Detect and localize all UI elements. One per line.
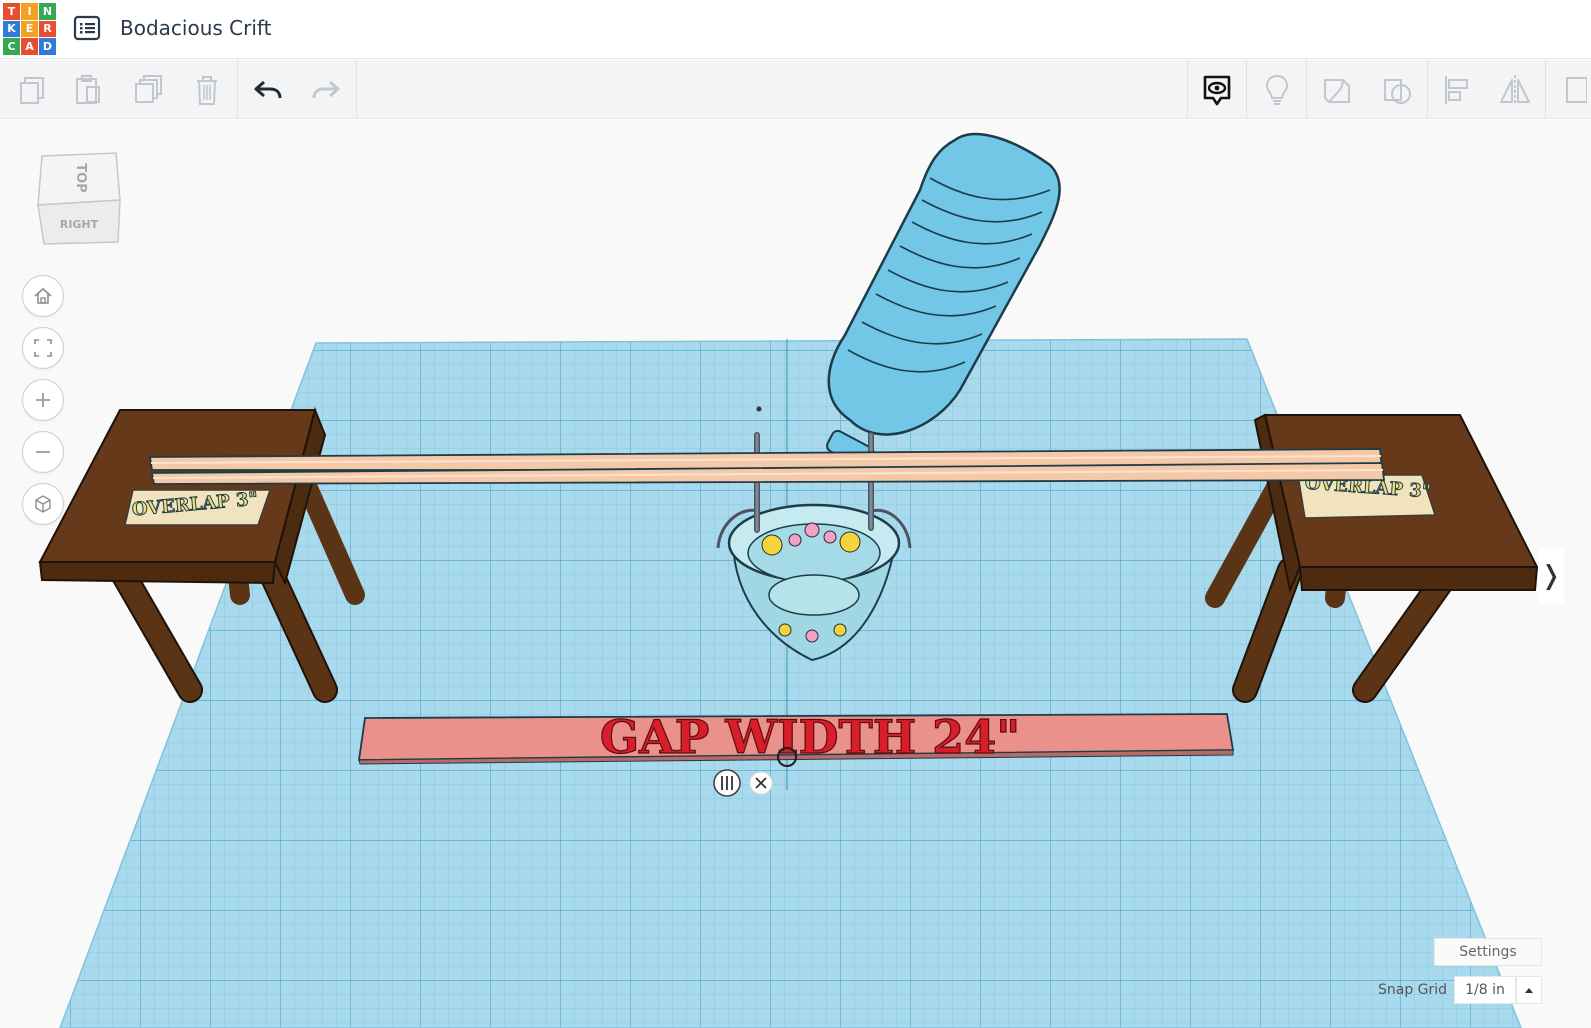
snap-grid-select[interactable]: 1/8 in	[1454, 976, 1516, 1004]
toolbar-divider	[1306, 60, 1307, 119]
logo-letter: E	[21, 20, 38, 37]
redo-button[interactable]	[297, 60, 355, 119]
toolbar-divider	[1545, 60, 1546, 119]
copy-icon	[20, 76, 44, 104]
design-menu-button[interactable]	[72, 13, 102, 43]
delete-button[interactable]	[178, 60, 236, 119]
fit-all-button[interactable]	[22, 327, 64, 369]
settings-button[interactable]: Settings	[1434, 938, 1542, 966]
view-cube-top-label[interactable]: TOP	[73, 163, 88, 192]
scene-canvas[interactable]: OVERLAP 3" OVERLAP 3" GAP WIDTH 24"	[0, 120, 1591, 1028]
delete-icon	[197, 75, 217, 105]
undo-button[interactable]	[239, 60, 297, 119]
view-cube-right-label[interactable]: RIGHT	[60, 218, 99, 231]
show-notes-button[interactable]	[1188, 60, 1246, 119]
logo-letter: K	[3, 20, 20, 37]
duplicate-icon	[135, 74, 162, 103]
3d-workplane-viewport[interactable]: OVERLAP 3" OVERLAP 3" GAP WIDTH 24" TOP …	[0, 120, 1591, 1028]
snap-grid-label: Snap Grid	[1378, 982, 1448, 998]
ortho-perspective-icon	[35, 495, 51, 513]
tinkercad-app: T I N K E R C A D Bodacious Crift OVERLA…	[0, 0, 1591, 1028]
show-notes-icon	[1203, 75, 1231, 105]
side-panel-toggle[interactable]: ❭	[1538, 548, 1564, 604]
mirror-button[interactable]	[1486, 60, 1544, 119]
zoom-out-icon	[36, 451, 50, 453]
logo-letter: I	[21, 3, 38, 20]
caret-up-icon	[1525, 988, 1533, 993]
logo-letter: N	[39, 3, 56, 20]
zoom-in-icon	[36, 393, 50, 407]
view-cube-graphic: TOP RIGHT	[37, 152, 121, 245]
redo-icon	[312, 80, 340, 98]
logo-letter: R	[39, 20, 56, 37]
ungroup-icon	[1384, 78, 1411, 104]
home-view-icon	[34, 287, 52, 304]
ungroup-button[interactable]	[1368, 60, 1426, 119]
toolbar-divider	[237, 60, 238, 119]
align-icon	[1445, 75, 1468, 104]
logo-letter: T	[3, 3, 20, 20]
copy-button[interactable]	[1, 60, 59, 119]
top-bar: T I N K E R C A D Bodacious Crift	[0, 0, 1591, 59]
ortho-perspective-button[interactable]	[22, 483, 64, 525]
toolbar-divider	[1246, 60, 1247, 119]
snap-grid-dropdown[interactable]	[1516, 976, 1542, 1004]
toolbar	[0, 60, 1591, 119]
design-title[interactable]: Bodacious Crift	[120, 16, 271, 40]
cruise-handle[interactable]	[713, 769, 741, 797]
duplicate-button[interactable]	[119, 60, 177, 119]
list-menu-icon	[73, 15, 101, 41]
group-button[interactable]	[1308, 60, 1366, 119]
logo-letter: D	[39, 38, 56, 55]
home-view-button[interactable]	[22, 275, 64, 317]
logo-letter: C	[3, 38, 20, 55]
undo-icon	[254, 80, 282, 98]
toolbar-divider	[356, 60, 357, 119]
tinkercad-logo[interactable]: T I N K E R C A D	[3, 3, 57, 55]
paste-button[interactable]	[59, 60, 117, 119]
mirror-icon	[1500, 74, 1530, 105]
light-bulb-button[interactable]	[1248, 60, 1306, 119]
import-icon	[1566, 76, 1587, 103]
fit-all-icon	[34, 339, 52, 357]
zoom-out-button[interactable]	[22, 431, 64, 473]
light-bulb-icon	[1265, 74, 1289, 105]
view-cube[interactable]: TOP RIGHT	[36, 150, 122, 246]
group-icon	[1324, 78, 1350, 103]
gap-width-label[interactable]: GAP WIDTH 24"	[599, 709, 1021, 764]
close-handle[interactable]	[749, 771, 773, 795]
align-button[interactable]	[1428, 60, 1486, 119]
import-button[interactable]	[1547, 60, 1591, 119]
zoom-in-button[interactable]	[22, 379, 64, 421]
logo-letter: A	[21, 38, 38, 55]
paste-icon	[76, 74, 100, 104]
